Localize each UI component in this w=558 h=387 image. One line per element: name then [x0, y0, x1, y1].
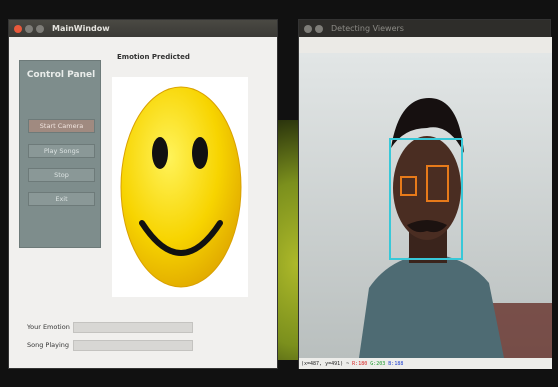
red-value: R:180: [352, 360, 368, 367]
viewer-window-title: Detecting Viewers: [331, 24, 404, 33]
viewer-toolbar: [299, 37, 552, 53]
window-title: MainWindow: [52, 24, 110, 33]
emotion-heading: Emotion Predicted: [117, 53, 190, 61]
minimize-icon[interactable]: [25, 24, 33, 33]
left-eye-detection-box: [400, 176, 417, 196]
minimize-icon[interactable]: [315, 24, 323, 33]
close-icon[interactable]: [304, 24, 312, 33]
smiley-face-icon: [120, 86, 242, 288]
your-emotion-label: Your Emotion: [27, 323, 70, 331]
maximize-icon[interactable]: [36, 24, 44, 33]
camera-feed: [299, 53, 552, 358]
main-window-titlebar[interactable]: MainWindow: [9, 20, 277, 37]
song-playing-label: Song Playing: [27, 341, 70, 349]
control-panel: Control Panel Start Camera Play Songs St…: [19, 60, 101, 248]
blue-value: B:188: [388, 360, 404, 367]
stop-button[interactable]: Stop: [28, 168, 95, 182]
control-panel-title: Control Panel: [26, 70, 96, 80]
green-value: G:203: [370, 360, 386, 367]
exit-button[interactable]: Exit: [28, 192, 95, 206]
close-icon[interactable]: [14, 24, 22, 33]
right-eye-detection-box: [426, 165, 449, 202]
detecting-viewers-window: Detecting Viewers (x=487, y=491) ~ R:180…: [298, 19, 552, 369]
play-songs-button[interactable]: Play Songs: [28, 144, 95, 158]
main-window: MainWindow Control Panel Start Camera Pl…: [8, 19, 278, 369]
pixel-status-bar: (x=487, y=491) ~ R:180 G:203 B:188: [299, 358, 552, 369]
song-playing-field[interactable]: [73, 340, 193, 351]
coords-readout: (x=487, y=491) ~: [301, 360, 350, 367]
viewer-window-titlebar[interactable]: Detecting Viewers: [299, 20, 550, 37]
your-emotion-field[interactable]: [73, 322, 193, 333]
desktop: MainWindow Control Panel Start Camera Pl…: [0, 0, 558, 387]
start-camera-button[interactable]: Start Camera: [28, 119, 95, 133]
